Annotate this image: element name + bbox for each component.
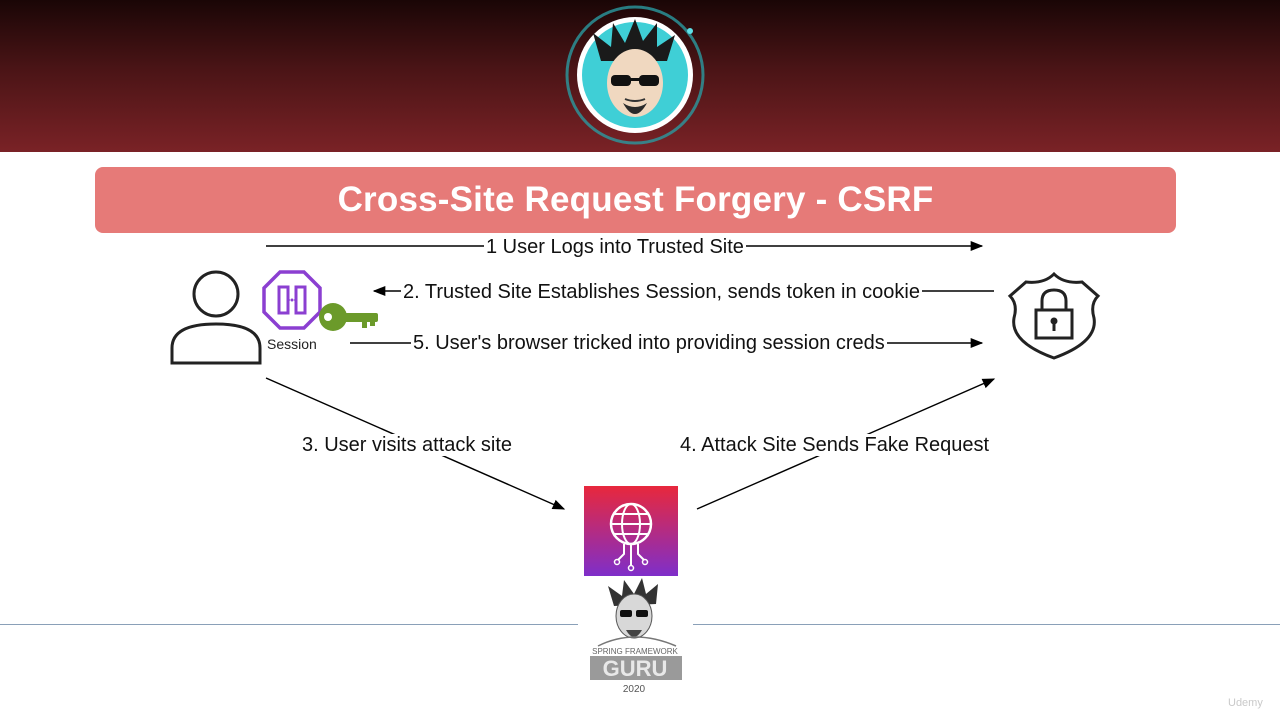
- logo-line2: GURU: [603, 656, 668, 681]
- key-icon: [318, 301, 380, 338]
- step4-label: 4. Attack Site Sends Fake Request: [678, 434, 992, 456]
- logo-line1: SPRING FRAMEWORK: [592, 647, 678, 656]
- guru-logo-icon: SPRING FRAMEWORK GURU: [578, 576, 693, 696]
- user-icon: [168, 270, 266, 371]
- shield-lock-icon: [1006, 270, 1102, 367]
- session-icon: [262, 270, 322, 335]
- step2-label: 2. Trusted Site Establishes Session, sen…: [401, 281, 922, 303]
- step5-label: 5. User's browser tricked into providing…: [411, 332, 887, 354]
- udemy-watermark: Udemy: [1228, 697, 1263, 709]
- step1-label: 1 User Logs into Trusted Site: [484, 236, 746, 258]
- step3-label: 3. User visits attack site: [300, 434, 515, 456]
- attack-site-icon: [584, 486, 678, 585]
- logo-year: 2020: [622, 684, 646, 695]
- session-label: Session: [267, 336, 317, 352]
